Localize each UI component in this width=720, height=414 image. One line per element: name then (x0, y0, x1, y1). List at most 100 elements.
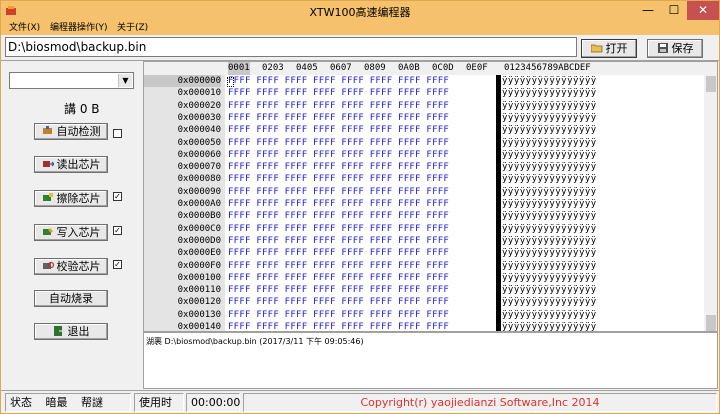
hex-row[interactable]: 0x000070 FFFF FFFF FFFF FFFF FFFF FFFF FF… (144, 161, 704, 173)
read-chip-button[interactable]: 读出芯片 (34, 156, 108, 173)
row-ascii[interactable]: ÿÿÿÿÿÿÿÿÿÿÿÿÿÿÿÿ (502, 321, 597, 331)
title-bar[interactable]: XTW100高速编程器 — ☐ ✕ (1, 1, 719, 21)
minimize-button[interactable]: — (635, 1, 661, 20)
row-hex-bytes[interactable]: FFFF FFFF FFFF FFFF FFFF FFFF FFFF FFFF (228, 87, 449, 99)
hex-row[interactable]: 0x000040 FFFF FFFF FFFF FFFF FFFF FFFF FF… (144, 124, 704, 136)
row-hex-bytes[interactable]: FFFF FFFF FFFF FFFF FFFF FFFF FFFF FFFF (228, 75, 449, 87)
row-ascii[interactable]: ÿÿÿÿÿÿÿÿÿÿÿÿÿÿÿÿ (502, 210, 597, 222)
row-hex-bytes[interactable]: FFFF FFFF FFFF FFFF FFFF FFFF FFFF FFFF (228, 296, 449, 308)
row-hex-bytes[interactable]: FFFF FFFF FFFF FFFF FFFF FFFF FFFF FFFF (228, 260, 449, 272)
row-hex-bytes[interactable]: FFFF FFFF FFFF FFFF FFFF FFFF FFFF FFFF (228, 186, 449, 198)
hex-row[interactable]: 0x000010 FFFF FFFF FFFF FFFF FFFF FFFF FF… (144, 87, 704, 99)
hex-row[interactable]: 0x000050 FFFF FFFF FFFF FFFF FFFF FFFF FF… (144, 137, 704, 149)
hex-header-cell: 0607 (330, 63, 352, 73)
hex-row[interactable]: 0x000030 FFFF FFFF FFFF FFFF FFFF FFFF FF… (144, 112, 704, 124)
hex-row[interactable]: 0x0000C0 FFFF FFFF FFFF FFFF FFFF FFFF FF… (144, 223, 704, 235)
hex-row[interactable]: 0x000130 FFFF FFFF FFFF FFFF FFFF FFFF FF… (144, 309, 704, 321)
row-hex-bytes[interactable]: FFFF FFFF FFFF FFFF FFFF FFFF FFFF FFFF (228, 173, 449, 185)
hex-header-cell: 0C0D (432, 63, 454, 73)
save-button[interactable]: 保存 (647, 39, 703, 58)
row-ascii[interactable]: ÿÿÿÿÿÿÿÿÿÿÿÿÿÿÿÿ (502, 112, 597, 124)
window-title: XTW100高速编程器 (309, 6, 411, 19)
row-ascii[interactable]: ÿÿÿÿÿÿÿÿÿÿÿÿÿÿÿÿ (502, 272, 597, 284)
hex-row[interactable]: 0x0000E0 FFFF FFFF FFFF FFFF FFFF FFFF FF… (144, 247, 704, 259)
exit-button[interactable]: 退出 (34, 323, 108, 340)
row-hex-bytes[interactable]: FFFF FFFF FFFF FFFF FFFF FFFF FFFF FFFF (228, 149, 449, 161)
status-section: 状态 暗最 帮謎 (5, 393, 131, 412)
row-ascii[interactable]: ÿÿÿÿÿÿÿÿÿÿÿÿÿÿÿÿ (502, 186, 597, 198)
erase-chip-button[interactable]: 擦除芯片 (34, 190, 108, 207)
row-ascii[interactable]: ÿÿÿÿÿÿÿÿÿÿÿÿÿÿÿÿ (502, 87, 597, 99)
row-hex-bytes[interactable]: FFFF FFFF FFFF FFFF FFFF FFFF FFFF FFFF (228, 210, 449, 222)
file-path-input[interactable]: D:\biosmod\backup.bin (5, 37, 577, 57)
menu-bar: 文件(X) 编程器操作(Y) 关于(Z) (1, 21, 719, 35)
row-ascii[interactable]: ÿÿÿÿÿÿÿÿÿÿÿÿÿÿÿÿ (502, 284, 597, 296)
menu-about[interactable]: 关于(Z) (117, 21, 148, 35)
open-button[interactable]: 打开 (581, 39, 637, 58)
hex-row[interactable]: 0x000090 FFFF FFFF FFFF FFFF FFFF FFFF FF… (144, 186, 704, 198)
hex-row[interactable]: 0x000120 FFFF FFFF FFFF FFFF FFFF FFFF FF… (144, 296, 704, 308)
row-hex-bytes[interactable]: FFFF FFFF FFFF FFFF FFFF FFFF FFFF FFFF (228, 223, 449, 235)
chevron-down-icon[interactable]: ▼ (118, 74, 132, 87)
row-ascii[interactable]: ÿÿÿÿÿÿÿÿÿÿÿÿÿÿÿÿ (502, 247, 597, 259)
row-hex-bytes[interactable]: FFFF FFFF FFFF FFFF FFFF FFFF FFFF FFFF (228, 100, 449, 112)
row-ascii[interactable]: ÿÿÿÿÿÿÿÿÿÿÿÿÿÿÿÿ (502, 296, 597, 308)
hex-editor[interactable]: 0001 0203 0405 0607 0809 0A0B 0C0D 0E0F 01234567… (143, 61, 718, 332)
hex-row[interactable]: 0x0000D0 FFFF FFFF FFFF FFFF FFFF FFFF FF… (144, 235, 704, 247)
row-ascii[interactable]: ÿÿÿÿÿÿÿÿÿÿÿÿÿÿÿÿ (502, 223, 597, 235)
write-chip-checkbox[interactable]: ✓ (113, 226, 122, 235)
maximize-button[interactable]: ☐ (661, 1, 687, 20)
hex-row[interactable]: 0x0000A0 FFFF FFFF FFFF FFFF FFFF FFFF FF… (144, 198, 704, 210)
row-hex-bytes[interactable]: FFFF FFFF FFFF FFFF FFFF FFFF FFFF FFFF (228, 321, 449, 331)
row-ascii[interactable]: ÿÿÿÿÿÿÿÿÿÿÿÿÿÿÿÿ (502, 100, 597, 112)
row-ascii[interactable]: ÿÿÿÿÿÿÿÿÿÿÿÿÿÿÿÿ (502, 137, 597, 149)
exit-icon (53, 326, 65, 336)
row-ascii[interactable]: ÿÿÿÿÿÿÿÿÿÿÿÿÿÿÿÿ (502, 161, 597, 173)
row-hex-bytes[interactable]: FFFF FFFF FFFF FFFF FFFF FFFF FFFF FFFF (228, 112, 449, 124)
erase-chip-checkbox[interactable]: ✓ (113, 192, 122, 201)
scroll-down-arrow[interactable] (706, 315, 716, 331)
elapsed-time-value: 00:00:00 (186, 393, 240, 412)
hex-ascii-divider (496, 75, 501, 331)
row-ascii[interactable]: ÿÿÿÿÿÿÿÿÿÿÿÿÿÿÿÿ (502, 198, 597, 210)
hex-row[interactable]: 0x000100 FFFF FFFF FFFF FFFF FFFF FFFF FF… (144, 272, 704, 284)
row-hex-bytes[interactable]: FFFF FFFF FFFF FFFF FFFF FFFF FFFF FFFF (228, 124, 449, 136)
row-ascii[interactable]: ÿÿÿÿÿÿÿÿÿÿÿÿÿÿÿÿ (502, 75, 597, 87)
menu-file[interactable]: 文件(X) (9, 21, 40, 35)
row-ascii[interactable]: ÿÿÿÿÿÿÿÿÿÿÿÿÿÿÿÿ (502, 173, 597, 185)
auto-detect-checkbox[interactable] (113, 129, 122, 138)
hex-row[interactable]: 0x000110 FFFF FFFF FFFF FFFF FFFF FFFF FF… (144, 284, 704, 296)
write-chip-button[interactable]: 写入芯片 (34, 224, 108, 241)
chip-select-dropdown[interactable]: ▼ (9, 72, 134, 89)
row-hex-bytes[interactable]: FFFF FFFF FFFF FFFF FFFF FFFF FFFF FFFF (228, 272, 449, 284)
verify-chip-checkbox[interactable]: ✓ (113, 260, 122, 269)
hex-row[interactable]: 0x000140 FFFF FFFF FFFF FFFF FFFF FFFF FF… (144, 321, 704, 331)
auto-burn-button[interactable]: 自动烧录 (34, 290, 108, 307)
row-hex-bytes[interactable]: FFFF FFFF FFFF FFFF FFFF FFFF FFFF FFFF (228, 284, 449, 296)
erase-chip-icon (42, 193, 53, 201)
close-button[interactable]: ✕ (687, 1, 719, 20)
row-ascii[interactable]: ÿÿÿÿÿÿÿÿÿÿÿÿÿÿÿÿ (502, 309, 597, 321)
row-ascii[interactable]: ÿÿÿÿÿÿÿÿÿÿÿÿÿÿÿÿ (502, 124, 597, 136)
row-ascii[interactable]: ÿÿÿÿÿÿÿÿÿÿÿÿÿÿÿÿ (502, 149, 597, 161)
row-hex-bytes[interactable]: FFFF FFFF FFFF FFFF FFFF FFFF FFFF FFFF (228, 161, 449, 173)
row-hex-bytes[interactable]: FFFF FFFF FFFF FFFF FFFF FFFF FFFF FFFF (228, 198, 449, 210)
row-hex-bytes[interactable]: FFFF FFFF FFFF FFFF FFFF FFFF FFFF FFFF (228, 235, 449, 247)
hex-row[interactable]: 0x000020 FFFF FFFF FFFF FFFF FFFF FFFF FF… (144, 100, 704, 112)
row-hex-bytes[interactable]: FFFF FFFF FFFF FFFF FFFF FFFF FFFF FFFF (228, 137, 449, 149)
main-window: XTW100高速编程器 — ☐ ✕ 文件(X) 编程器操作(Y) 关于(Z) D… (0, 0, 720, 414)
vertical-scrollbar[interactable] (704, 75, 717, 331)
row-ascii[interactable]: ÿÿÿÿÿÿÿÿÿÿÿÿÿÿÿÿ (502, 260, 597, 272)
verify-chip-button[interactable]: 校验芯片 (34, 258, 108, 275)
row-ascii[interactable]: ÿÿÿÿÿÿÿÿÿÿÿÿÿÿÿÿ (502, 235, 597, 247)
row-hex-bytes[interactable]: FFFF FFFF FFFF FFFF FFFF FFFF FFFF FFFF (228, 247, 449, 259)
hex-row[interactable]: 0x0000F0 FFFF FFFF FFFF FFFF FFFF FFFF FF… (144, 260, 704, 272)
hex-row[interactable]: 0x000060 FFFF FFFF FFFF FFFF FFFF FFFF FF… (144, 149, 704, 161)
hex-row[interactable]: 0x0000B0 FFFF FFFF FFFF FFFF FFFF FFFF FF… (144, 210, 704, 222)
hex-row[interactable]: 0x000080 FFFF FFFF FFFF FFFF FFFF FFFF FF… (144, 173, 704, 185)
scroll-up-arrow[interactable] (706, 76, 716, 92)
log-output[interactable]: 湖裹 D:\biosmod\backup.bin (2017/3/11 下午 0… (143, 332, 718, 389)
auto-detect-button[interactable]: 自动检测 (34, 123, 108, 140)
menu-programmer-ops[interactable]: 编程器操作(Y) (50, 21, 108, 35)
row-hex-bytes[interactable]: FFFF FFFF FFFF FFFF FFFF FFFF FFFF FFFF (228, 309, 449, 321)
